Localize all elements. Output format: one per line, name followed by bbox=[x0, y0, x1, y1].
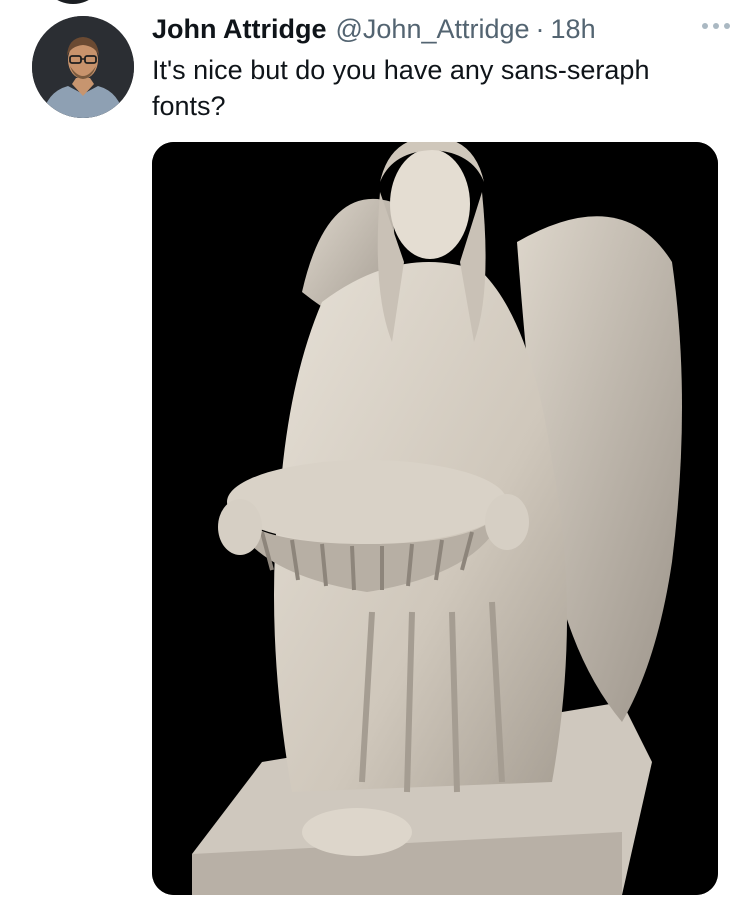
separator-dot: · bbox=[535, 13, 545, 44]
author-handle[interactable]: @John_Attridge bbox=[336, 14, 530, 45]
avatar-photo-icon bbox=[32, 16, 134, 118]
tweet-text-line-2: fonts? bbox=[152, 91, 226, 121]
timestamp[interactable]: 18h bbox=[551, 14, 596, 45]
previous-tweet-avatar[interactable] bbox=[40, 0, 106, 4]
tweet-text: It's nice but do you have any sans-serap… bbox=[152, 52, 722, 124]
tweet-text-line-1: It's nice but do you have any sans-serap… bbox=[152, 55, 650, 85]
tweet-media-image[interactable] bbox=[152, 142, 718, 895]
more-options-button[interactable] bbox=[698, 12, 734, 40]
angel-statue-photo-icon bbox=[152, 142, 718, 895]
tweet-header: John Attridge @John_Attridge · 18h bbox=[152, 8, 730, 50]
more-horizontal-icon bbox=[702, 23, 730, 29]
avatar[interactable] bbox=[32, 16, 134, 118]
author-name[interactable]: John Attridge bbox=[152, 14, 327, 45]
